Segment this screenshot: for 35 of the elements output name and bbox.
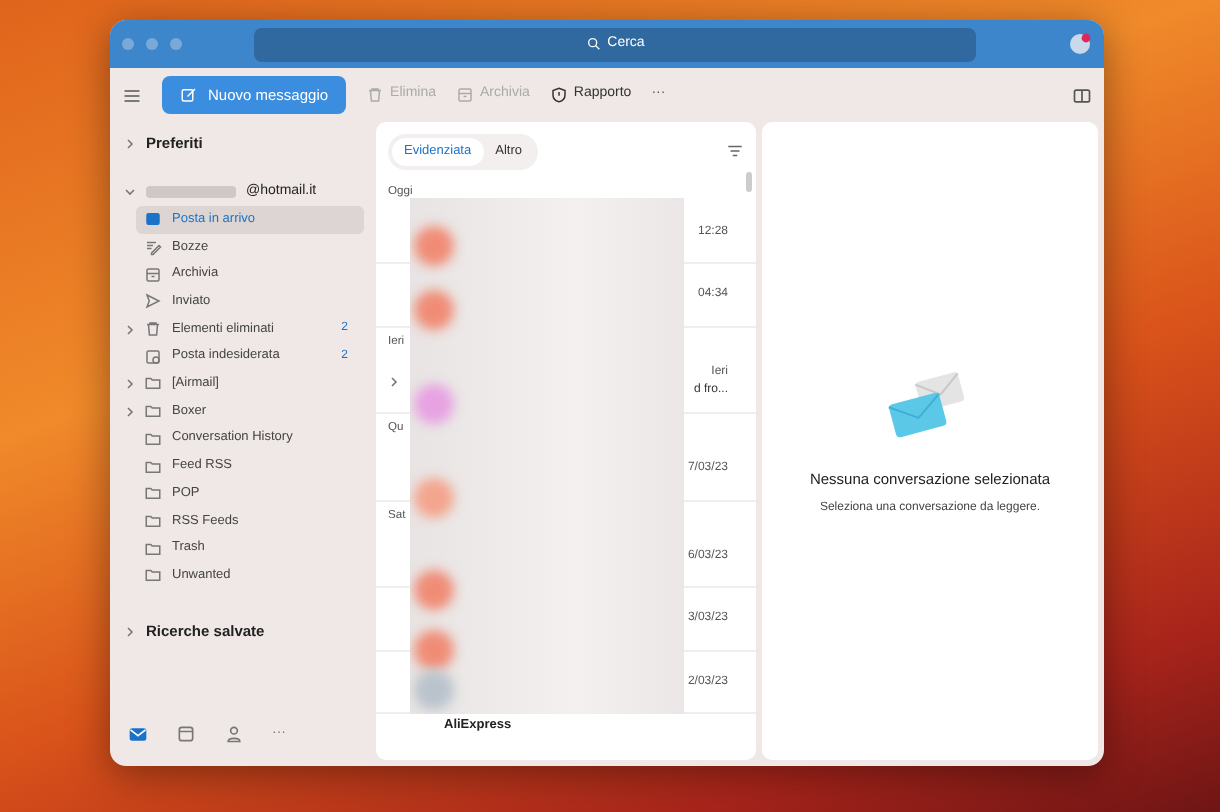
chevron-right-icon[interactable] xyxy=(124,405,136,418)
chevron-right-icon[interactable] xyxy=(124,625,136,638)
redacted-text xyxy=(146,186,236,198)
chevron-right-icon[interactable] xyxy=(124,138,136,150)
reading-pane-button[interactable] xyxy=(1072,85,1092,105)
calendar-icon xyxy=(176,723,196,744)
trash-icon xyxy=(144,320,162,339)
chevron-right-icon[interactable] xyxy=(124,377,136,390)
filter-button[interactable] xyxy=(726,142,744,161)
search-icon xyxy=(585,36,602,52)
archive-box-icon xyxy=(456,86,474,104)
filter-icon xyxy=(726,142,744,161)
close-dot[interactable] xyxy=(122,38,134,50)
nav-button[interactable] xyxy=(128,723,148,744)
archive-box-icon xyxy=(144,265,162,284)
menu-icon xyxy=(122,85,142,105)
zoom-dot[interactable] xyxy=(170,38,182,50)
menu-button[interactable] xyxy=(122,85,142,105)
trash-icon xyxy=(366,86,385,104)
chevron-right-icon[interactable] xyxy=(388,376,400,389)
envelope-icon xyxy=(128,723,148,744)
nav-button[interactable] xyxy=(176,723,196,744)
compose-icon xyxy=(180,86,198,104)
person-icon xyxy=(224,723,244,744)
chevron-right-icon[interactable] xyxy=(124,323,136,336)
panel-icon xyxy=(1072,85,1092,105)
nav-button[interactable] xyxy=(224,723,244,744)
paper-plane-icon xyxy=(144,292,162,311)
minimize-dot[interactable] xyxy=(146,38,158,50)
shield-icon xyxy=(549,86,568,104)
folder-badge-icon xyxy=(144,347,162,366)
chevron-down-icon[interactable] xyxy=(124,186,136,198)
scrollbar[interactable] xyxy=(746,172,752,192)
profile-icon[interactable] xyxy=(1068,32,1092,56)
pencil-lines-icon xyxy=(144,238,162,257)
